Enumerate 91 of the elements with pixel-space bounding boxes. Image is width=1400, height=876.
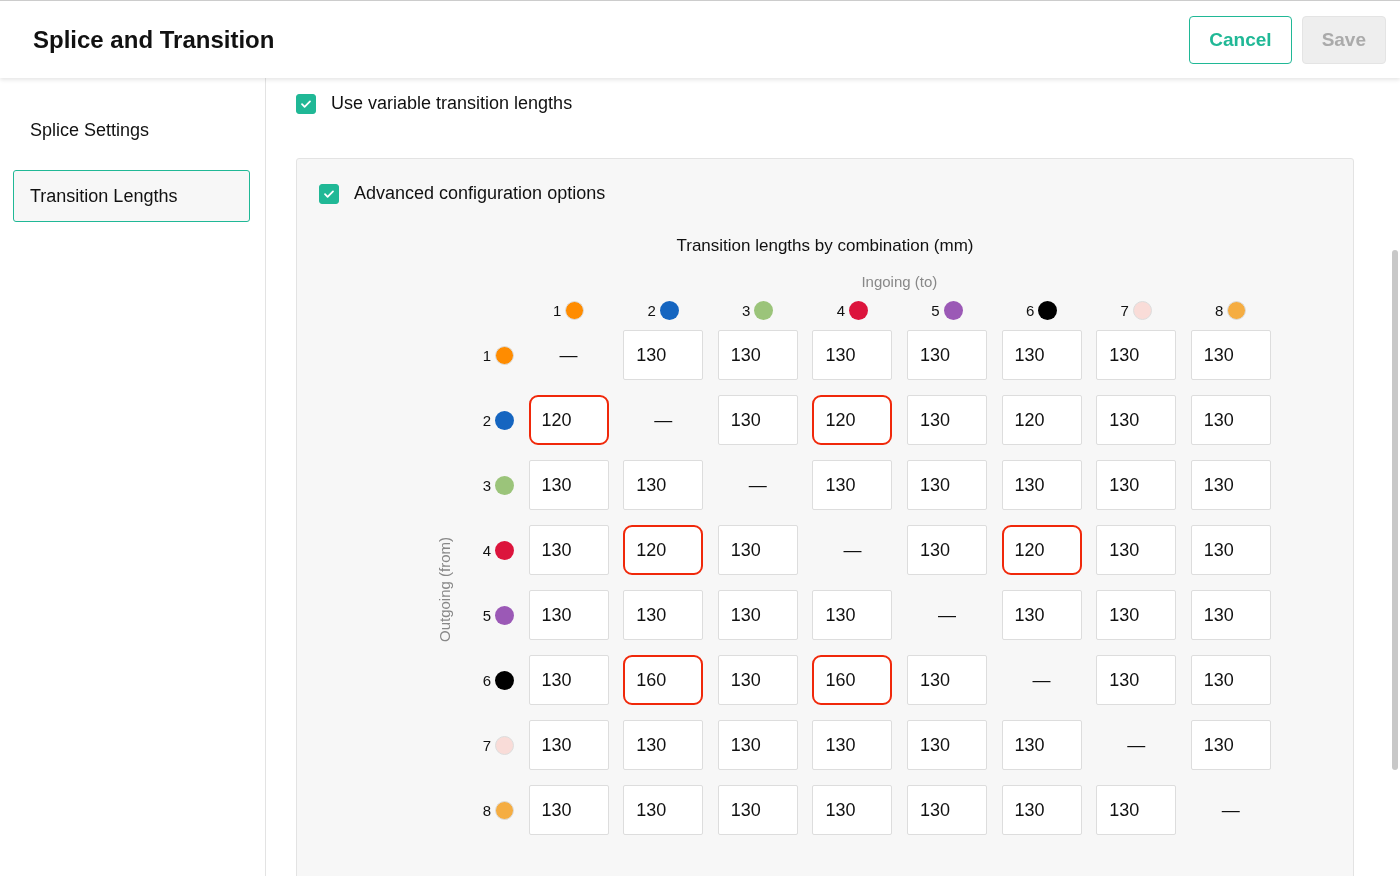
- length-input[interactable]: 130: [1190, 525, 1271, 575]
- column-number: 6: [1025, 301, 1035, 319]
- length-input[interactable]: 130: [1001, 720, 1082, 770]
- dash-text: —: [1221, 799, 1240, 821]
- length-input[interactable]: 130: [717, 785, 798, 835]
- length-input[interactable]: 120: [812, 395, 893, 445]
- column-number: 2: [647, 301, 656, 319]
- checkbox[interactable]: [296, 93, 316, 114]
- column-axis-label: Ingoing (to): [861, 273, 938, 290]
- length-input[interactable]: 130: [1190, 460, 1271, 510]
- length-input[interactable]: 130: [1190, 395, 1271, 445]
- length-input[interactable]: 130: [623, 720, 704, 770]
- length-input[interactable]: 130: [623, 590, 704, 640]
- length-input[interactable]: 130: [1096, 590, 1177, 640]
- length-input[interactable]: 130: [812, 720, 893, 770]
- row-axis-label: Outgoing (from): [436, 536, 454, 642]
- matrix-title: Transition lengths by combination (mm): [675, 236, 975, 256]
- length-input[interactable]: 120: [1001, 395, 1082, 445]
- row-number: 5: [482, 606, 491, 624]
- length-input[interactable]: 130: [906, 395, 987, 445]
- column-number: 7: [1120, 301, 1129, 319]
- length-input[interactable]: 130: [717, 525, 798, 575]
- length-input[interactable]: 120: [623, 525, 704, 575]
- column-number: 3: [742, 301, 751, 319]
- length-input[interactable]: 130: [528, 460, 609, 510]
- length-input[interactable]: 130: [1096, 525, 1177, 575]
- row-number: 2: [482, 411, 491, 429]
- length-input[interactable]: 130: [1190, 720, 1271, 770]
- column-number: 4: [836, 301, 846, 319]
- length-input[interactable]: 130: [1001, 590, 1082, 640]
- length-input[interactable]: 130: [1190, 590, 1271, 640]
- length-input[interactable]: 130: [906, 785, 987, 835]
- column-number: 5: [931, 301, 940, 319]
- dash-text: —: [748, 474, 767, 496]
- length-input[interactable]: 160: [812, 655, 893, 705]
- length-input[interactable]: 130: [717, 330, 798, 380]
- column-number: 8: [1215, 301, 1224, 319]
- row-number: 6: [482, 671, 491, 689]
- sidebar-item[interactable]: Splice Settings: [13, 104, 250, 156]
- checkbox[interactable]: [319, 183, 339, 204]
- length-input[interactable]: 130: [528, 720, 609, 770]
- length-input[interactable]: 130: [906, 720, 987, 770]
- length-input[interactable]: 130: [1096, 655, 1177, 705]
- row-number: 1: [482, 346, 491, 364]
- length-input[interactable]: 130: [812, 590, 893, 640]
- length-input[interactable]: 130: [1096, 395, 1177, 445]
- length-input[interactable]: 130: [906, 655, 987, 705]
- length-input[interactable]: 130: [1001, 460, 1082, 510]
- row-number: 8: [482, 801, 491, 819]
- length-input[interactable]: 130: [1096, 785, 1177, 835]
- length-input[interactable]: 130: [1190, 655, 1271, 705]
- length-input[interactable]: 130: [812, 460, 893, 510]
- length-input[interactable]: 130: [812, 785, 893, 835]
- length-input[interactable]: 130: [906, 460, 987, 510]
- length-input[interactable]: 130: [906, 525, 987, 575]
- row-number: 4: [482, 541, 491, 559]
- sidebar-item[interactable]: Transition Lengths: [13, 170, 250, 222]
- length-input[interactable]: 130: [1096, 460, 1177, 510]
- length-input[interactable]: 160: [623, 655, 704, 705]
- length-input[interactable]: 130: [717, 590, 798, 640]
- checkbox-label: Use variable transition lengths: [331, 93, 573, 114]
- length-input[interactable]: 130: [1001, 330, 1082, 380]
- row-number: 3: [482, 476, 491, 494]
- length-input[interactable]: 130: [528, 655, 609, 705]
- dash-text: —: [843, 539, 862, 561]
- length-input[interactable]: 130: [1001, 785, 1082, 835]
- length-input[interactable]: 130: [623, 785, 704, 835]
- column-number: 1: [552, 301, 562, 319]
- dash-text: —: [559, 344, 578, 366]
- length-input[interactable]: 130: [623, 460, 704, 510]
- length-input[interactable]: 120: [1001, 525, 1082, 575]
- length-input[interactable]: 130: [717, 720, 798, 770]
- length-input[interactable]: 130: [623, 330, 704, 380]
- dialog-title: Splice and Transition: [33, 25, 276, 54]
- length-input[interactable]: 120: [528, 395, 609, 445]
- length-input[interactable]: 130: [528, 525, 609, 575]
- dash-text: —: [1127, 734, 1146, 756]
- length-input[interactable]: 130: [1190, 330, 1271, 380]
- checkbox-label: Advanced configuration options: [354, 183, 606, 204]
- length-input[interactable]: 130: [1096, 330, 1177, 380]
- length-input[interactable]: 130: [528, 590, 609, 640]
- dash-text: —: [654, 409, 673, 431]
- length-input[interactable]: 130: [906, 330, 987, 380]
- length-input[interactable]: 130: [717, 655, 798, 705]
- length-input[interactable]: 130: [717, 395, 798, 445]
- row-number: 7: [482, 736, 491, 754]
- scrollbar-thumb[interactable]: [1392, 250, 1398, 770]
- dash-text: —: [1032, 669, 1051, 691]
- length-input[interactable]: 130: [812, 330, 893, 380]
- length-input[interactable]: 130: [528, 785, 609, 835]
- dash-text: —: [937, 604, 956, 626]
